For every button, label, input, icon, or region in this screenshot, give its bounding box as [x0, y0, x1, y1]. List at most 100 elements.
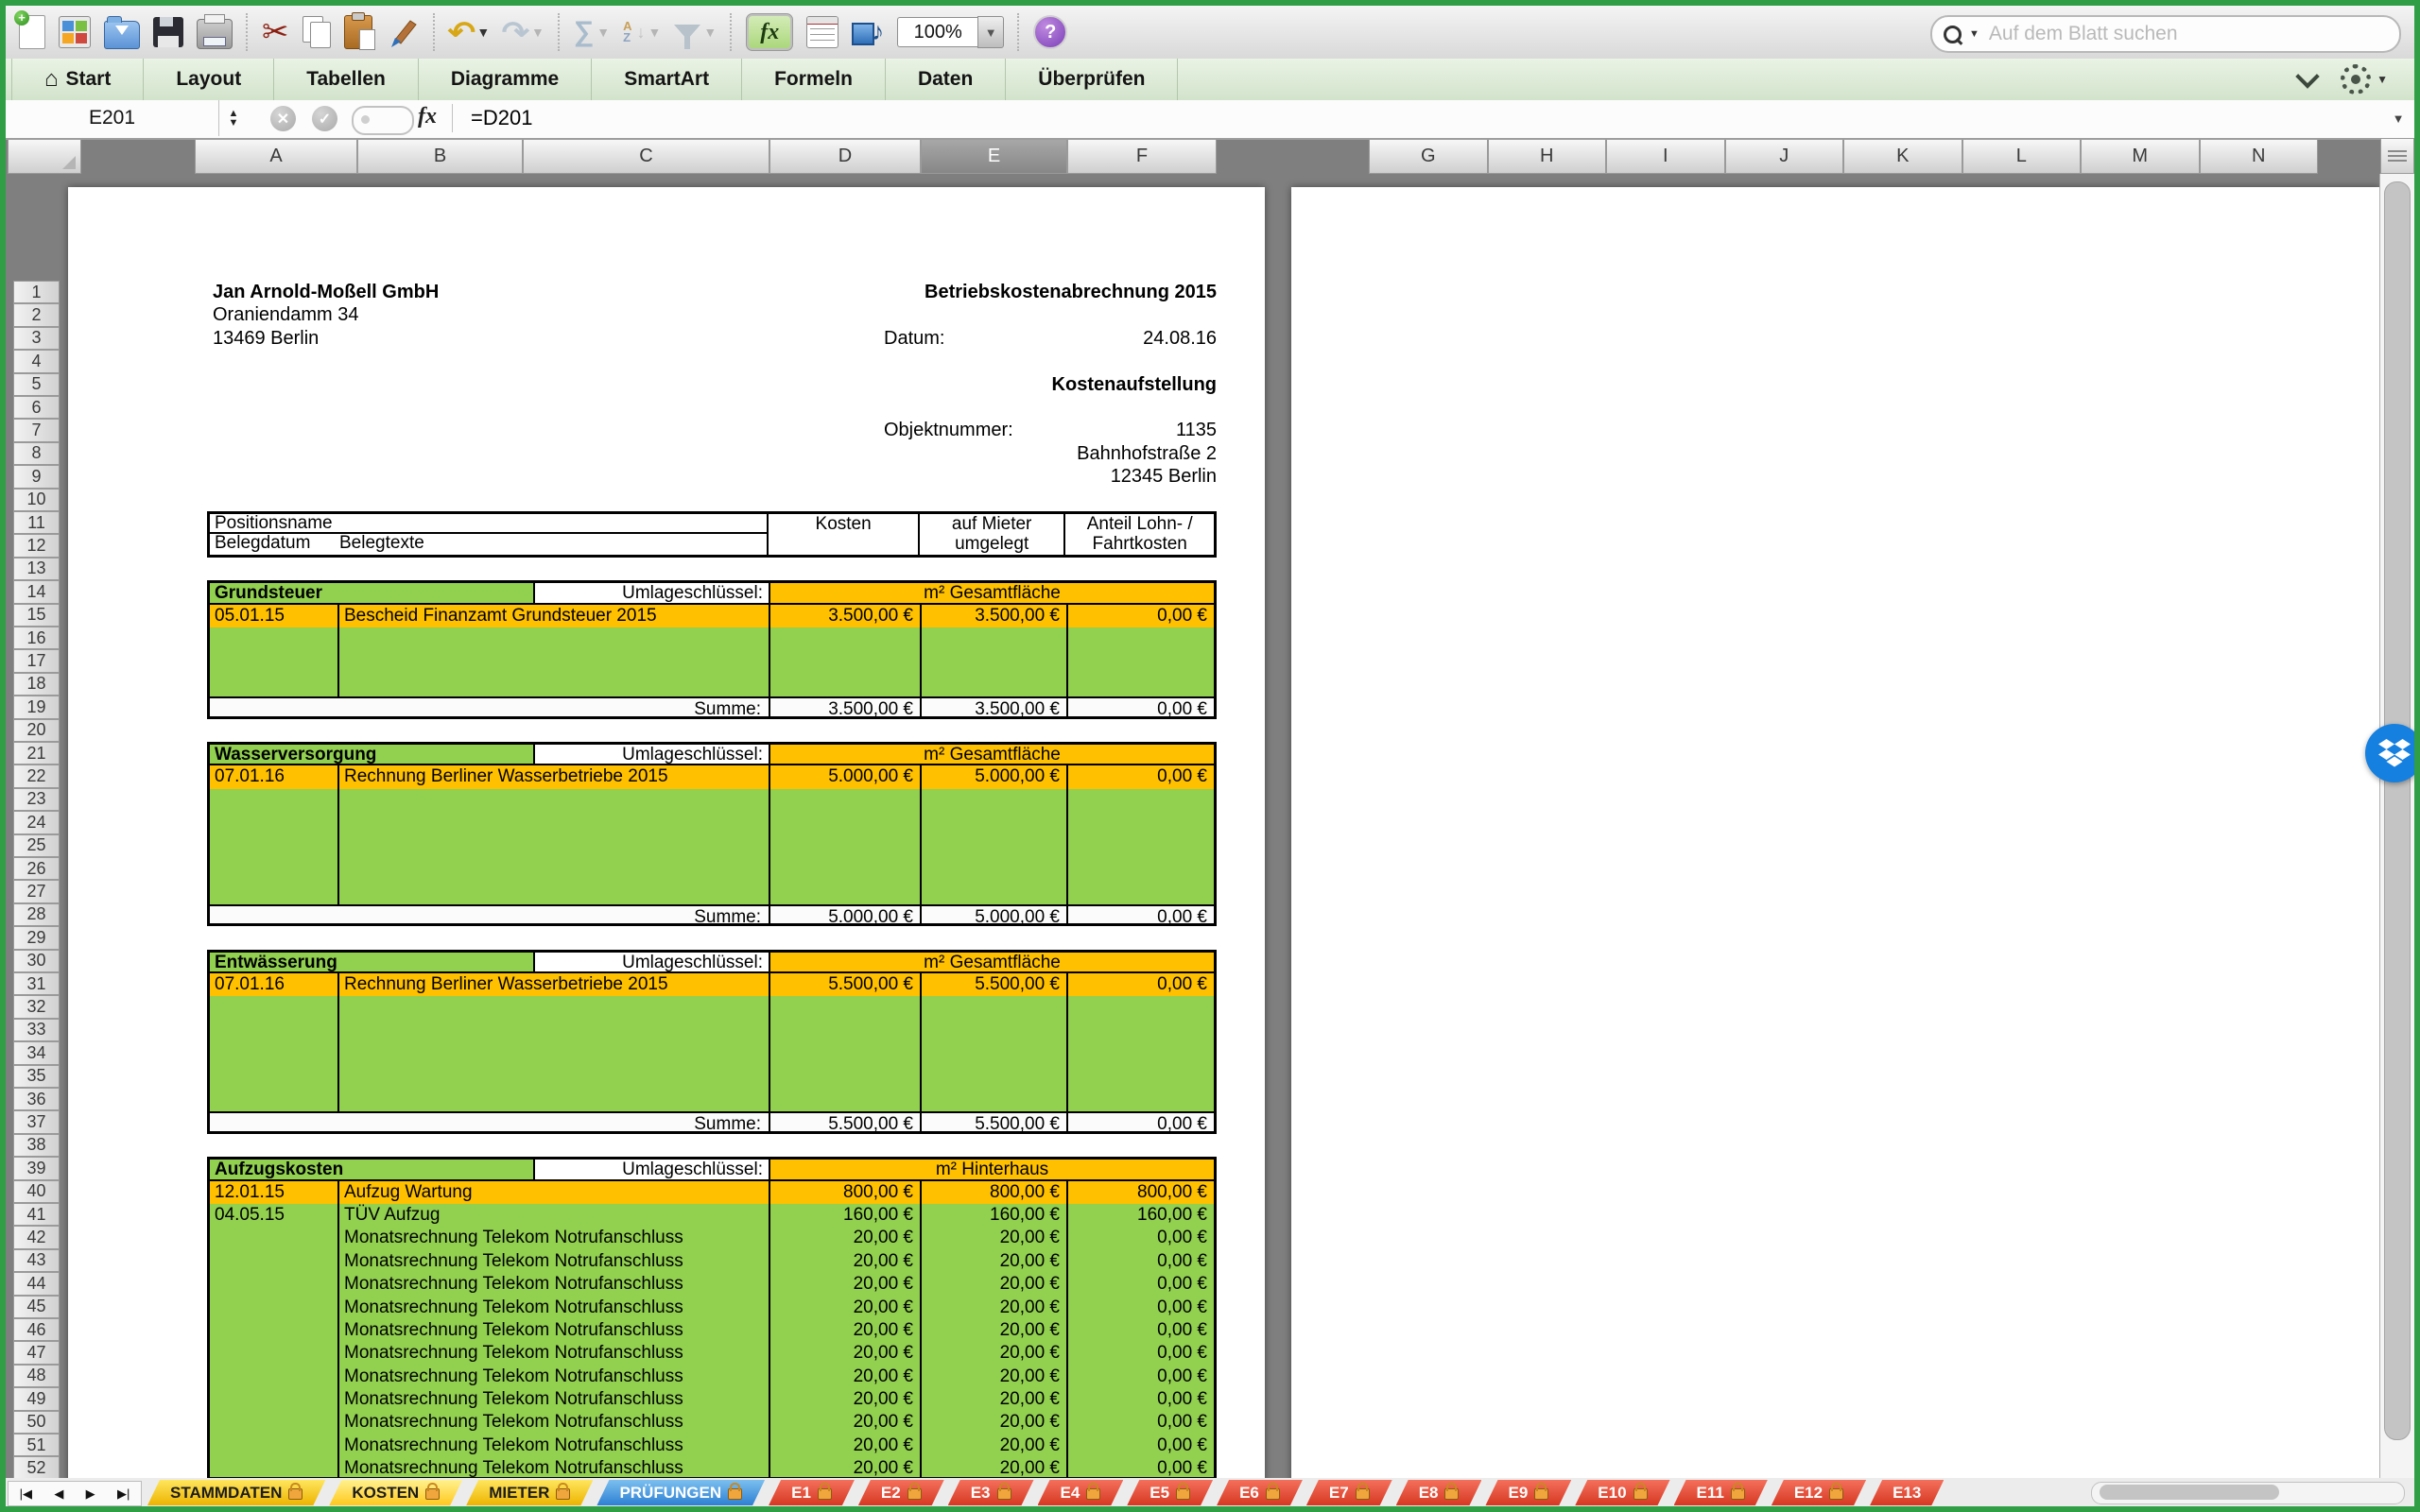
reference-button[interactable]: [806, 16, 838, 48]
entry-anteil[interactable]: 0,00 €: [1068, 1342, 1214, 1365]
undo-button[interactable]: ↶▼: [449, 17, 491, 47]
entry-kosten[interactable]: 20,00 €: [770, 1273, 922, 1296]
entry-row[interactable]: 05.01.15Bescheid Finanzamt Grundsteuer 2…: [210, 605, 1214, 627]
column-header-N[interactable]: N: [2200, 138, 2319, 174]
column-header-A[interactable]: A: [195, 138, 357, 174]
header-umgelegt[interactable]: auf Mieterumgelegt: [920, 514, 1066, 555]
ribbon-tab-layout[interactable]: Layout: [144, 59, 274, 100]
entry-row[interactable]: Monatsrechnung Telekom Notrufanschluss20…: [210, 1319, 1214, 1342]
entry-date[interactable]: 07.01.16: [210, 765, 339, 788]
formula-bar-expand[interactable]: ▼: [2384, 106, 2412, 131]
entry-text[interactable]: Monatsrechnung Telekom Notrufanschluss: [339, 1273, 770, 1296]
column-header-M[interactable]: M: [2081, 138, 2200, 174]
entry-kosten[interactable]: 20,00 €: [770, 1227, 922, 1249]
ribbon-tab-daten[interactable]: Daten: [886, 59, 1006, 100]
section-name[interactable]: Entwässerung: [210, 953, 535, 971]
sum-anteil[interactable]: 0,00 €: [1068, 1113, 1214, 1133]
sheet-tab-stammdaten[interactable]: STAMMDATEN: [147, 1480, 325, 1505]
ribbon-settings-button[interactable]: ▼: [2341, 64, 2388, 94]
save-button[interactable]: [153, 17, 183, 47]
row-header-2[interactable]: 2: [13, 303, 60, 326]
umlageschluessel-value[interactable]: m² Gesamtfläche: [770, 953, 1214, 971]
row-header-10[interactable]: 10: [13, 489, 60, 511]
row-header-51[interactable]: 51: [13, 1434, 60, 1456]
entry-row[interactable]: Monatsrechnung Telekom Notrufanschluss20…: [210, 1297, 1214, 1319]
row-header-52[interactable]: 52: [13, 1456, 60, 1478]
entry-kosten[interactable]: 20,00 €: [770, 1297, 922, 1319]
row-header-36[interactable]: 36: [13, 1088, 60, 1110]
entry-umgelegt[interactable]: 20,00 €: [922, 1273, 1068, 1296]
zoom-control[interactable]: 100% ▼: [897, 16, 1004, 48]
entry-kosten[interactable]: 800,00 €: [770, 1181, 922, 1204]
entry-date[interactable]: [210, 1227, 339, 1249]
entry-date[interactable]: 12.01.15: [210, 1181, 339, 1204]
column-header-E[interactable]: E: [921, 138, 1067, 174]
ribbon-tab-überprüfen[interactable]: Überprüfen: [1006, 59, 1178, 100]
sheet-tab-kosten[interactable]: KOSTEN: [329, 1480, 462, 1505]
row-header-32[interactable]: 32: [13, 995, 60, 1018]
umlageschluessel-value[interactable]: m² Gesamtfläche: [770, 583, 1214, 602]
entry-date[interactable]: 05.01.15: [210, 605, 339, 627]
entry-umgelegt[interactable]: 160,00 €: [922, 1204, 1068, 1227]
entry-umgelegt[interactable]: 20,00 €: [922, 1366, 1068, 1388]
sum-row[interactable]: Summe:3.500,00 €3.500,00 €0,00 €: [210, 696, 1214, 718]
entry-anteil[interactable]: 0,00 €: [1068, 1388, 1214, 1411]
entry-kosten[interactable]: 3.500,00 €: [770, 605, 922, 627]
object-address-2[interactable]: 12345 Berlin: [884, 465, 1217, 488]
header-anteil[interactable]: Anteil Lohn- /Fahrtkosten: [1065, 514, 1214, 555]
sum-row[interactable]: Summe:5.500,00 €5.500,00 €0,00 €: [210, 1111, 1214, 1133]
entry-anteil[interactable]: 0,00 €: [1068, 1297, 1214, 1319]
entry-kosten[interactable]: 20,00 €: [770, 1457, 922, 1478]
entry-text[interactable]: Monatsrechnung Telekom Notrufanschluss: [339, 1366, 770, 1388]
umlageschluessel-value[interactable]: m² Hinterhaus: [770, 1160, 1214, 1178]
confirm-entry-button[interactable]: ✓: [312, 106, 337, 131]
date-row[interactable]: Datum:24.08.16: [884, 327, 1217, 350]
column-header-K[interactable]: K: [1843, 138, 1962, 174]
entry-umgelegt[interactable]: 20,00 €: [922, 1435, 1068, 1457]
row-header-1[interactable]: 1: [13, 281, 60, 303]
header-positionsname[interactable]: Positionsname: [210, 514, 767, 534]
entry-text[interactable]: Rechnung Berliner Wasserbetriebe 2015: [339, 765, 770, 788]
horizontal-scroll-thumb[interactable]: [2100, 1485, 2279, 1500]
scrollbar-split-handle[interactable]: [2380, 138, 2414, 174]
entry-row[interactable]: Monatsrechnung Telekom Notrufanschluss20…: [210, 1227, 1214, 1249]
entry-anteil[interactable]: 160,00 €: [1068, 1204, 1214, 1227]
row-header-47[interactable]: 47: [13, 1341, 60, 1364]
section-name[interactable]: Wasserversorgung: [210, 745, 535, 764]
row-header-26[interactable]: 26: [13, 857, 60, 880]
column-header-F[interactable]: F: [1067, 138, 1217, 174]
entry-date[interactable]: [210, 1435, 339, 1457]
object-row[interactable]: Objektnummer:1135: [884, 419, 1217, 441]
sheet-tab-e13[interactable]: E13: [1870, 1480, 1944, 1505]
row-header-3[interactable]: 3: [13, 327, 60, 350]
header-belegdatum[interactable]: Belegdatum: [210, 534, 339, 554]
entry-text[interactable]: Rechnung Berliner Wasserbetriebe 2015: [339, 973, 770, 996]
collapse-ribbon-icon[interactable]: [2295, 64, 2319, 88]
previous-sheet-button[interactable]: ◀: [54, 1486, 63, 1502]
doc-subtitle[interactable]: Kostenaufstellung: [884, 373, 1217, 396]
entry-anteil[interactable]: 0,00 €: [1068, 1273, 1214, 1296]
row-header-49[interactable]: 49: [13, 1387, 60, 1410]
entry-row[interactable]: Monatsrechnung Telekom Notrufanschluss20…: [210, 1250, 1214, 1273]
ribbon-tab-diagramme[interactable]: Diagramme: [419, 59, 592, 100]
entry-kosten[interactable]: 160,00 €: [770, 1204, 922, 1227]
entry-date[interactable]: [210, 1366, 339, 1388]
undo-dropdown[interactable]: ▼: [476, 25, 490, 40]
select-all-box[interactable]: [8, 138, 81, 174]
new-document-button[interactable]: +: [19, 15, 45, 49]
column-header-G[interactable]: G: [1369, 138, 1488, 174]
zoom-dropdown[interactable]: ▼: [977, 16, 1004, 48]
sum-umgelegt[interactable]: 3.500,00 €: [922, 698, 1068, 718]
entry-kosten[interactable]: 20,00 €: [770, 1342, 922, 1365]
entry-anteil[interactable]: 0,00 €: [1068, 1366, 1214, 1388]
entry-text[interactable]: Monatsrechnung Telekom Notrufanschluss: [339, 1411, 770, 1434]
entry-row[interactable]: Monatsrechnung Telekom Notrufanschluss20…: [210, 1411, 1214, 1434]
sum-kosten[interactable]: 5.000,00 €: [770, 906, 922, 926]
row-header-45[interactable]: 45: [13, 1296, 60, 1318]
row-header-35[interactable]: 35: [13, 1065, 60, 1088]
row-header-18[interactable]: 18: [13, 673, 60, 696]
section-name[interactable]: Grundsteuer: [210, 583, 535, 602]
entry-umgelegt[interactable]: 3.500,00 €: [922, 605, 1068, 627]
row-header-29[interactable]: 29: [13, 926, 60, 949]
ribbon-tab-formeln[interactable]: Formeln: [742, 59, 886, 100]
